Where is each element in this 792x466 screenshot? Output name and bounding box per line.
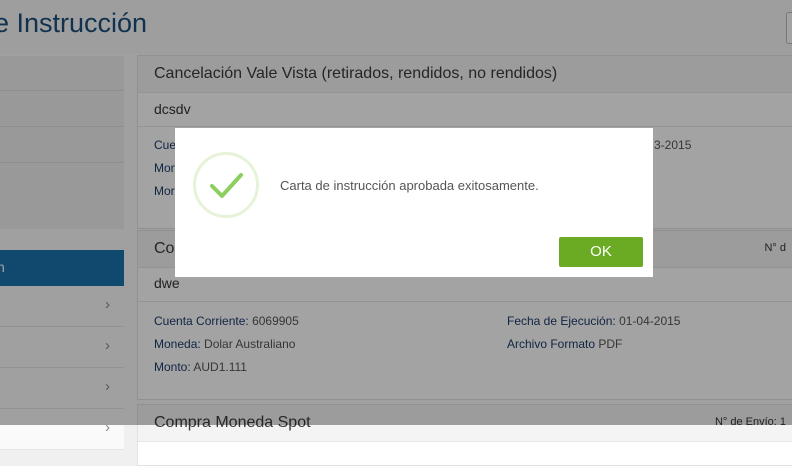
- checkmark-icon: [193, 152, 259, 218]
- ok-button[interactable]: OK: [559, 237, 643, 267]
- success-dialog: Carta de instrucción aprobada exitosamen…: [175, 128, 653, 277]
- dialog-message: Carta de instrucción aprobada exitosamen…: [280, 178, 539, 193]
